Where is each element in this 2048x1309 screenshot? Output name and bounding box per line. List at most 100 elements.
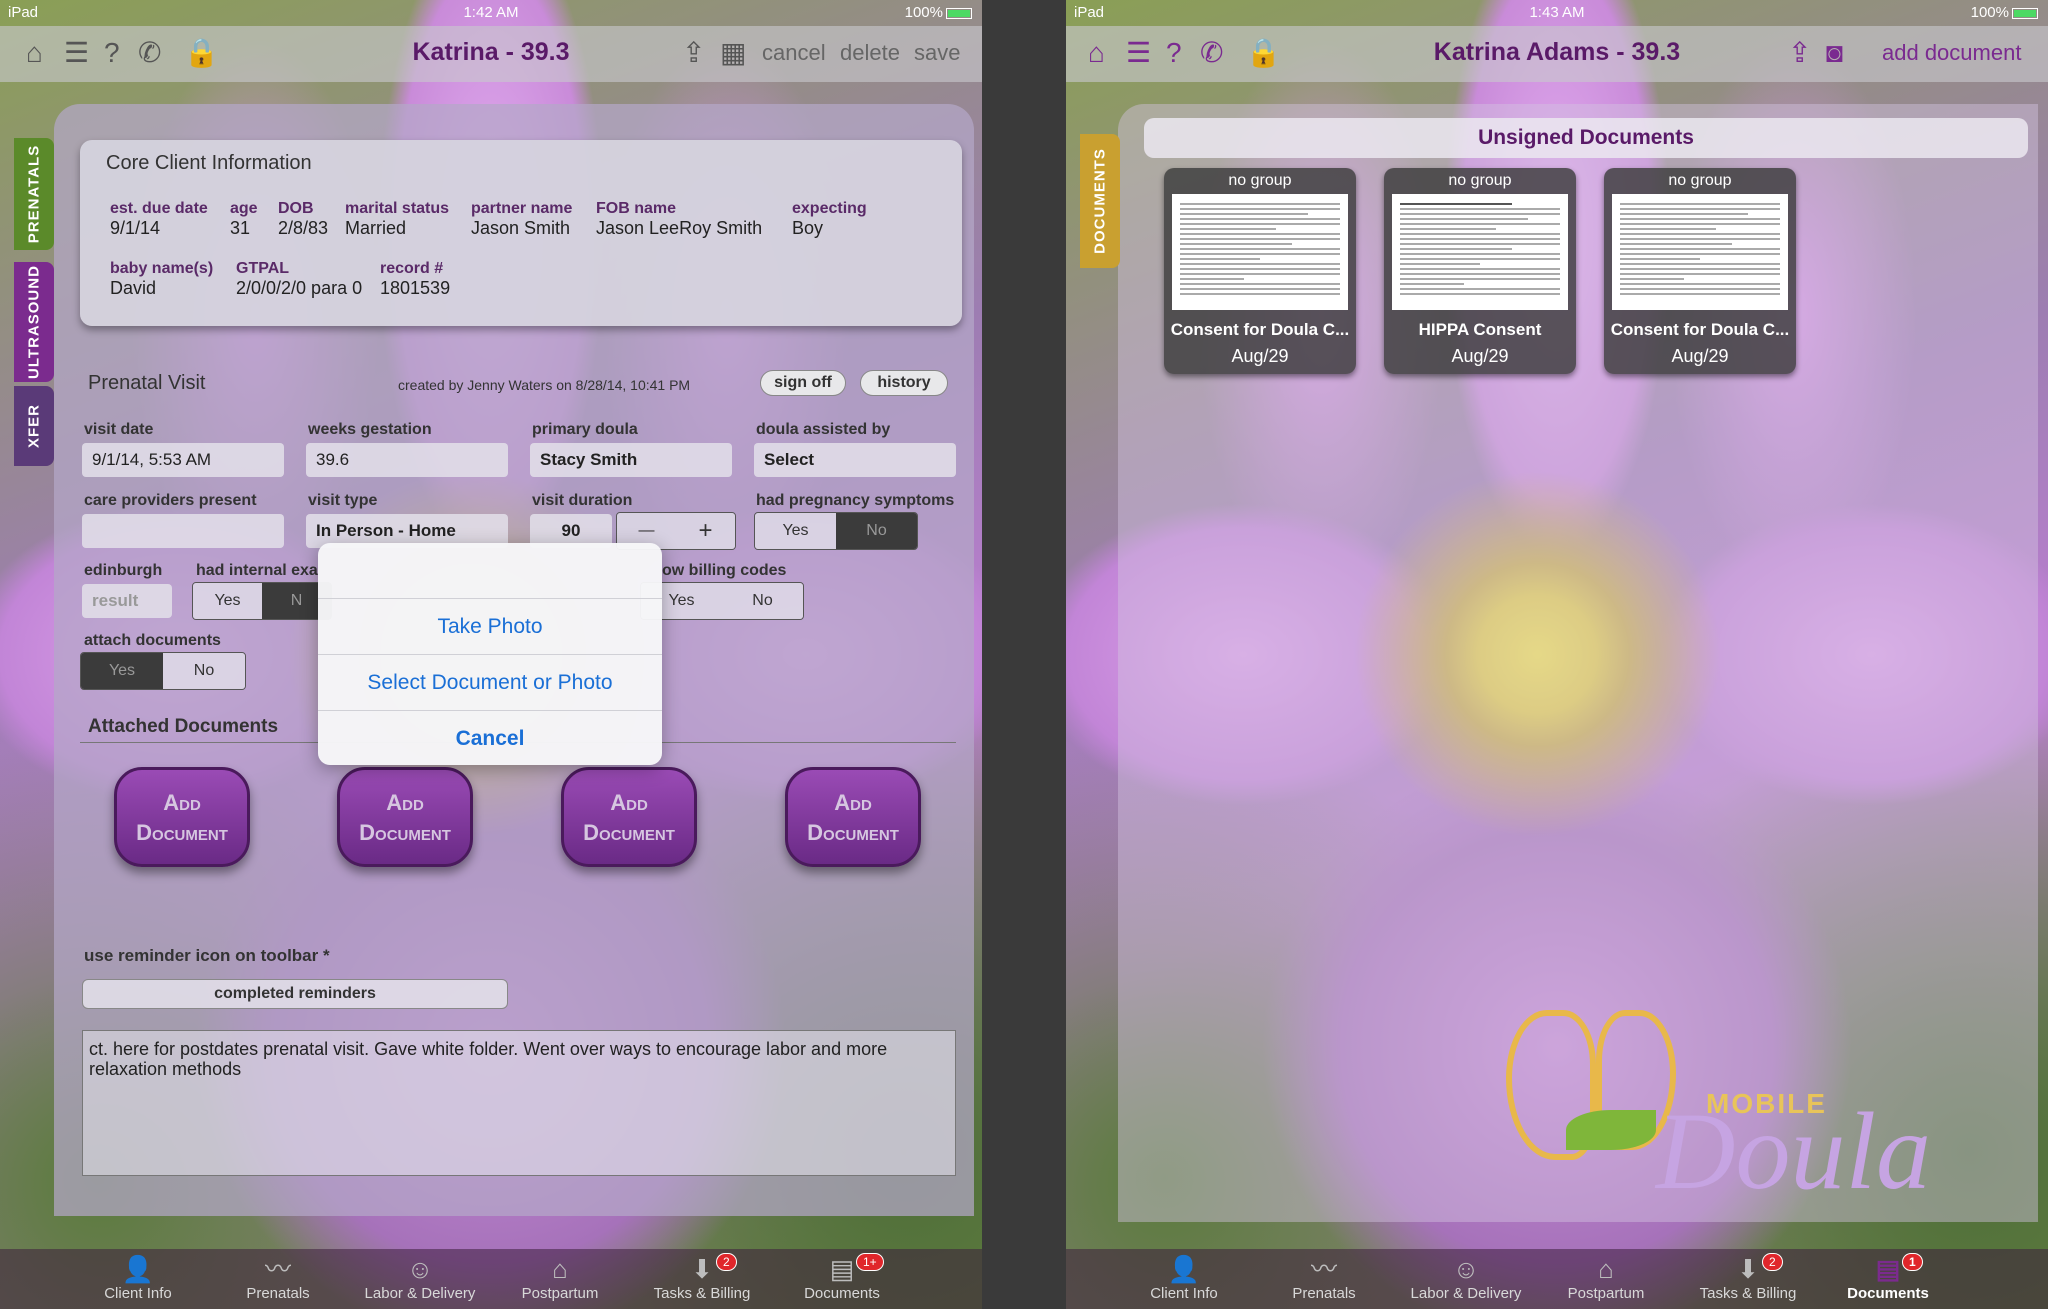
- internal-yes[interactable]: Yes: [193, 583, 262, 619]
- house-icon: ⌂: [552, 1254, 568, 1284]
- tasks-badge: 2: [716, 1253, 737, 1271]
- tab-postpartum[interactable]: ⌂ Postpartum: [490, 1253, 630, 1302]
- add-document-button[interactable]: Add Document: [337, 767, 473, 867]
- sign-off-button[interactable]: sign off: [760, 370, 846, 396]
- billing-codes-label: ow billing codes: [662, 562, 787, 579]
- baby-icon: ☺: [406, 1254, 434, 1284]
- tab-tasks-billing[interactable]: ⬇ Tasks & Billing 2: [1678, 1253, 1818, 1302]
- tab-client-info[interactable]: 👤 Client Info: [68, 1253, 208, 1302]
- tasks-badge: 2: [1762, 1253, 1783, 1271]
- expecting-value: Boy: [792, 218, 824, 238]
- document-thumbnail: [1172, 194, 1348, 310]
- heartbeat-icon: 〰: [264, 1254, 291, 1284]
- gtpal-label: GTPAL: [236, 260, 290, 277]
- primary-doula-label: primary doula: [532, 421, 638, 438]
- attach-action-sheet: Take Photo Select Document or Photo Canc…: [318, 543, 662, 765]
- care-providers-label: care providers present: [84, 492, 257, 509]
- add-document-button[interactable]: Add Document: [114, 767, 250, 867]
- care-providers-field[interactable]: [82, 514, 284, 548]
- marital-value: Married: [345, 218, 407, 238]
- document-card[interactable]: no group Consent for Doula C... Aug/29: [1604, 168, 1796, 374]
- document-card[interactable]: no group HIPPA Consent Aug/29: [1384, 168, 1576, 374]
- visit-duration-label: visit duration: [532, 492, 633, 509]
- save-button[interactable]: save: [914, 40, 960, 66]
- dob-value: 2/8/83: [278, 218, 329, 238]
- tab-prenatals-bottom[interactable]: 〰 Prenatals: [208, 1253, 348, 1302]
- document-group: no group: [1448, 172, 1512, 189]
- status-bar: iPad 1:43 AM 100%: [1066, 0, 2048, 26]
- logo-mobile-text: MOBILE: [1706, 1088, 1827, 1119]
- increment-button[interactable]: +: [676, 513, 735, 549]
- inbox-icon: ⬇: [1737, 1254, 1759, 1284]
- delete-button[interactable]: delete: [840, 40, 900, 66]
- battery-icon: [2012, 7, 2038, 19]
- fob-value: Jason LeeRoy Smith: [596, 218, 763, 238]
- visit-notes-textarea[interactable]: ct. here for postdates prenatal visit. G…: [82, 1030, 956, 1176]
- doula-assisted-label: doula assisted by: [756, 421, 891, 438]
- primary-doula-field[interactable]: Stacy Smith: [530, 443, 732, 477]
- cancel-button[interactable]: cancel: [762, 40, 826, 66]
- edinburgh-result-field[interactable]: result: [82, 584, 172, 618]
- share-icon[interactable]: ⇪: [1788, 36, 1811, 70]
- attach-documents-label: attach documents: [84, 632, 221, 649]
- age-value: 31: [230, 218, 251, 238]
- symptoms-no[interactable]: No: [836, 513, 917, 549]
- weeks-gestation-field[interactable]: 39.6: [306, 443, 508, 477]
- symptoms-yes[interactable]: Yes: [755, 513, 836, 549]
- document-card[interactable]: no group Consent for Doula C... Aug/29: [1164, 168, 1356, 374]
- battery-indicator: 100%: [1971, 4, 2038, 21]
- house-icon: ⌂: [1598, 1254, 1614, 1284]
- select-document-option[interactable]: Select Document or Photo: [318, 654, 662, 710]
- tab-client-info[interactable]: 👤 Client Info: [1114, 1253, 1254, 1302]
- add-document-link[interactable]: add document: [1882, 40, 2021, 66]
- created-by-text: created by Jenny Waters on 8/28/14, 10:4…: [398, 377, 691, 393]
- billing-codes-toggle: Yes No: [640, 582, 804, 620]
- due-date-label: est. due date: [110, 200, 208, 217]
- camera-icon[interactable]: ◙: [1826, 36, 1843, 70]
- share-icon[interactable]: ⇪: [682, 36, 705, 70]
- document-thumbnail: [1392, 194, 1568, 310]
- tab-prenatals-bottom[interactable]: 〰 Prenatals: [1254, 1253, 1394, 1302]
- tab-tasks-billing[interactable]: ⬇ Tasks & Billing 2: [632, 1253, 772, 1302]
- tab-prenatals[interactable]: PRENATALS: [14, 138, 54, 250]
- tab-postpartum[interactable]: ⌂ Postpartum: [1536, 1253, 1676, 1302]
- internal-exam-toggle: Yes N: [192, 582, 332, 620]
- tab-documents-side[interactable]: DOCUMENTS: [1080, 134, 1120, 268]
- status-bar: iPad 1:42 AM 100%: [0, 0, 982, 26]
- due-date-value: 9/1/14: [110, 218, 161, 238]
- tab-documents[interactable]: ▤ Documents 1+: [772, 1253, 912, 1302]
- doula-assisted-select[interactable]: Select: [754, 443, 956, 477]
- internal-exam-label: had internal exa: [196, 562, 318, 579]
- page-title: Katrina - 39.3: [412, 38, 570, 66]
- add-document-button[interactable]: Add Document: [561, 767, 697, 867]
- tab-xfer[interactable]: XFER: [14, 386, 54, 466]
- tab-ultrasound[interactable]: ULTRASOUND: [14, 262, 54, 382]
- core-info-title: Core Client Information: [106, 152, 312, 174]
- attach-no[interactable]: No: [163, 653, 245, 689]
- expecting-label: expecting: [792, 200, 867, 217]
- gtpal-value: 2/0/0/2/0 para 0: [236, 278, 363, 298]
- attach-yes[interactable]: Yes: [81, 653, 163, 689]
- core-client-info-card: Core Client Information est. due date 9/…: [80, 140, 962, 326]
- person-icon: 👤: [121, 1254, 155, 1284]
- completed-reminders-button[interactable]: completed reminders: [82, 979, 508, 1009]
- battery-indicator: 100%: [905, 4, 972, 21]
- tab-labor-delivery[interactable]: ☺ Labor & Delivery: [1396, 1253, 1536, 1302]
- calendar-icon[interactable]: ▦: [720, 36, 746, 70]
- status-time: 1:42 AM: [463, 4, 519, 21]
- billing-no[interactable]: No: [722, 583, 803, 619]
- document-title: Consent for Doula C...: [1610, 320, 1790, 339]
- history-button[interactable]: history: [860, 370, 948, 396]
- left-screen: iPad 1:42 AM 100% ⌂ ☰ ? ✆ 🔒 Katrina - 39…: [0, 0, 982, 1309]
- take-photo-option[interactable]: Take Photo: [318, 598, 662, 654]
- visit-date-field[interactable]: 9/1/14, 5:53 AM: [82, 443, 284, 477]
- add-document-button[interactable]: Add Document: [785, 767, 921, 867]
- cancel-option[interactable]: Cancel: [318, 710, 662, 766]
- unsigned-documents-header: Unsigned Documents: [1144, 118, 2028, 158]
- tab-bar: 👤 Client Info 〰 Prenatals ☺ Labor & Deliver…: [1066, 1249, 2048, 1309]
- document-title: HIPPA Consent: [1418, 320, 1542, 339]
- person-icon: 👤: [1167, 1254, 1201, 1284]
- weeks-gestation-label: weeks gestation: [308, 421, 432, 438]
- tab-documents[interactable]: ▤ Documents 1: [1818, 1253, 1958, 1302]
- tab-labor-delivery[interactable]: ☺ Labor & Delivery: [350, 1253, 490, 1302]
